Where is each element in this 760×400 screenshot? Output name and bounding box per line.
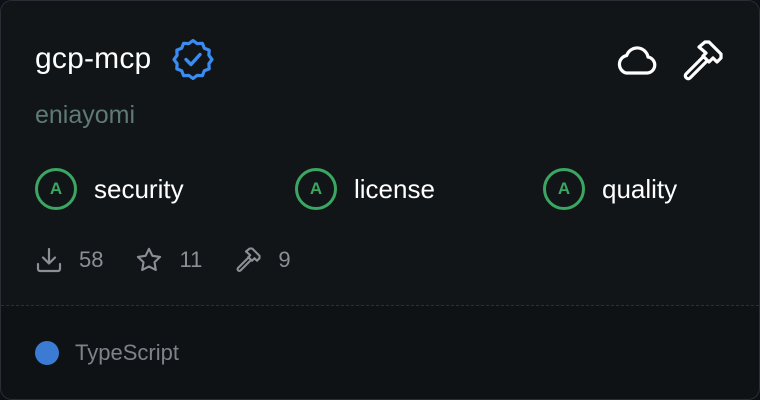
download-icon: [35, 246, 63, 274]
grade-label: license: [354, 173, 435, 204]
stars-stat: 11: [135, 246, 202, 274]
grade-quality[interactable]: A quality: [543, 165, 677, 213]
server-title[interactable]: gcp-mcp: [35, 37, 151, 81]
verified-badge-icon: [171, 37, 215, 81]
tools-count: 9: [278, 247, 291, 272]
grade-label: security: [94, 173, 184, 204]
tools-stat: 9: [234, 246, 291, 274]
grade-label: quality: [602, 173, 678, 204]
stars-count: 11: [179, 247, 203, 272]
grades-row: A security A license A quality: [35, 165, 735, 213]
language-name: TypeScript: [75, 340, 179, 365]
cloud-icon: [613, 38, 659, 84]
author-name[interactable]: eniayomi: [35, 97, 135, 133]
title-row: gcp-mcp: [35, 37, 215, 81]
hammer-icon: [234, 246, 262, 274]
grade-badge: A: [295, 168, 337, 210]
language-indicator: TypeScript: [35, 335, 179, 371]
downloads-count: 58: [79, 247, 104, 272]
grade-badge: A: [35, 168, 77, 210]
grade-badge: A: [543, 168, 585, 210]
language-color-dot: [35, 341, 59, 365]
downloads-stat: 58: [35, 246, 103, 274]
hammer-icon: [679, 38, 725, 84]
card-main-section: gcp-mcp eniayomi A security A license A …: [1, 1, 759, 305]
grade-security[interactable]: A security: [35, 165, 184, 213]
stats-row: 58 11 9: [35, 241, 323, 279]
server-card[interactable]: gcp-mcp eniayomi A security A license A …: [0, 0, 760, 400]
grade-license[interactable]: A license: [295, 165, 435, 213]
star-icon: [135, 246, 163, 274]
capability-icons: [613, 37, 725, 85]
